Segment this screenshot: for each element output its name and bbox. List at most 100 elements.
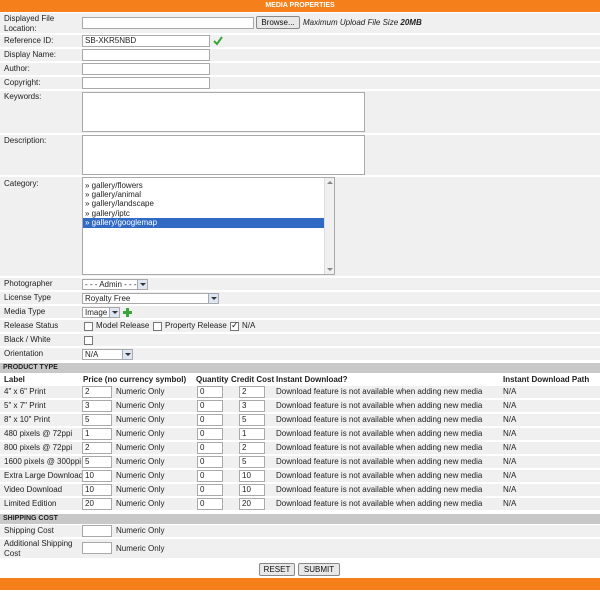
numeric-only-hint: Numeric Only — [116, 499, 165, 508]
category-item[interactable]: » gallery/landscape — [83, 199, 324, 209]
display-name-field[interactable] — [82, 49, 210, 61]
browse-button[interactable]: Browse... — [256, 16, 300, 29]
license-value: Royalty Free — [85, 294, 131, 303]
numeric-only-hint: Numeric Only — [116, 387, 165, 396]
numeric-only-hint: Numeric Only — [116, 401, 165, 410]
model-release-checkbox[interactable] — [84, 322, 93, 331]
col-header-label: Label — [4, 375, 25, 384]
instant-download-note: Download feature is not available when a… — [276, 471, 483, 480]
copyright-field[interactable] — [82, 77, 210, 89]
keywords-row: Keywords: — [0, 91, 600, 134]
reset-button[interactable]: RESET — [259, 563, 295, 576]
product-row: Limited Edition 20 Numeric Only 0 20 Download… — [0, 498, 600, 511]
author-field[interactable] — [82, 63, 210, 75]
photographer-value: - - - Admin - - - — [85, 280, 137, 289]
orientation-label: Orientation — [4, 349, 44, 358]
credit-cost-field[interactable]: 10 — [239, 470, 265, 482]
credit-cost-field[interactable]: 3 — [239, 400, 265, 412]
price-field[interactable]: 10 — [82, 484, 112, 496]
category-label: Category: — [4, 179, 39, 188]
download-path-value: N/A — [503, 485, 517, 494]
quantity-field[interactable]: 0 — [197, 470, 223, 482]
quantity-field[interactable]: 0 — [197, 456, 223, 468]
credit-cost-field[interactable]: 5 — [239, 456, 265, 468]
additional-shipping-label: Additional Shipping Cost — [4, 539, 73, 558]
numeric-only-hint: Numeric Only — [116, 457, 165, 466]
quantity-field[interactable]: 0 — [197, 484, 223, 496]
product-row: 4" x 6" Print 2 Numeric Only 0 2 Download fea… — [0, 386, 600, 399]
property-release-checkbox[interactable] — [153, 322, 162, 331]
media-type-label: Media Type — [4, 307, 46, 316]
model-release-label: Model Release — [96, 321, 150, 330]
price-field[interactable]: 1 — [82, 428, 112, 440]
bw-row: Black / White — [0, 334, 600, 347]
file-path-field[interactable] — [82, 17, 254, 29]
credit-cost-field[interactable]: 1 — [239, 428, 265, 440]
orientation-select[interactable]: N/A — [82, 349, 133, 360]
category-scrollbar[interactable] — [324, 178, 334, 274]
quantity-field[interactable]: 0 — [197, 442, 223, 454]
credit-cost-field[interactable]: 2 — [239, 442, 265, 454]
instant-download-note: Download feature is not available when a… — [276, 415, 483, 424]
copyright-label: Copyright: — [4, 78, 41, 87]
quantity-field[interactable]: 0 — [197, 498, 223, 510]
additional-shipping-field[interactable] — [82, 542, 112, 554]
bw-label: Black / White — [4, 335, 51, 344]
keywords-textarea[interactable] — [82, 92, 365, 132]
bw-checkbox[interactable] — [84, 336, 93, 345]
instant-download-note: Download feature is not available when a… — [276, 485, 483, 494]
license-label: License Type — [4, 293, 51, 302]
price-field[interactable]: 3 — [82, 400, 112, 412]
download-path-value: N/A — [503, 443, 517, 452]
scroll-down-arrow-icon[interactable] — [325, 265, 335, 274]
product-type-section-title: PRODUCT TYPE — [0, 363, 600, 373]
na-release-checkbox[interactable] — [230, 321, 239, 331]
submit-button[interactable]: SUBMIT — [298, 563, 340, 576]
price-field[interactable]: 5 — [82, 414, 112, 426]
add-media-type-icon[interactable] — [123, 308, 132, 317]
quantity-field[interactable]: 0 — [197, 428, 223, 440]
price-field[interactable]: 10 — [82, 470, 112, 482]
media-type-select[interactable]: Image — [82, 307, 120, 318]
quantity-field[interactable]: 0 — [197, 386, 223, 398]
category-item-selected[interactable]: » gallery/googlemap — [83, 218, 324, 228]
file-location-label: Displayed File Location: — [4, 14, 55, 33]
photographer-row: Photographer - - - Admin - - - — [0, 278, 600, 291]
product-row: Extra Large Download 10 Numeric Only 0 10 Dow… — [0, 470, 600, 483]
col-header-credit: Credit Cost — [231, 375, 275, 384]
credit-cost-field[interactable]: 10 — [239, 484, 265, 496]
media-type-row: Media Type Image — [0, 306, 600, 319]
chevron-down-icon — [122, 350, 132, 359]
description-textarea[interactable] — [82, 135, 365, 175]
credit-cost-field[interactable]: 20 — [239, 498, 265, 510]
shipping-cost-field[interactable] — [82, 525, 112, 537]
scroll-up-arrow-icon[interactable] — [325, 178, 335, 187]
price-field[interactable]: 5 — [82, 456, 112, 468]
price-field[interactable]: 2 — [82, 442, 112, 454]
license-select[interactable]: Royalty Free — [82, 293, 219, 304]
category-listbox[interactable]: » gallery/flowers » gallery/animal » gal… — [82, 177, 335, 275]
shipping-cost-label: Shipping Cost — [4, 526, 54, 535]
product-row: 8" x 10" Print 5 Numeric Only 0 5 Download fe… — [0, 414, 600, 427]
copyright-row: Copyright: — [0, 77, 600, 90]
price-field[interactable]: 20 — [82, 498, 112, 510]
panel-title: MEDIA PROPERTIES — [0, 0, 600, 12]
price-field[interactable]: 2 — [82, 386, 112, 398]
credit-cost-field[interactable]: 5 — [239, 414, 265, 426]
reference-id-field[interactable]: SB-XKR5NBD — [82, 35, 210, 47]
download-path-value: N/A — [503, 415, 517, 424]
chevron-down-icon — [137, 280, 147, 289]
product-row: 5" x 7" Print 3 Numeric Only 0 3 Download fea… — [0, 400, 600, 413]
quantity-field[interactable]: 0 — [197, 400, 223, 412]
description-label: Description: — [4, 136, 47, 145]
col-header-instant: Instant Download? — [276, 375, 348, 384]
chevron-down-icon — [109, 308, 119, 317]
numeric-only-hint: Numeric Only — [116, 485, 165, 494]
credit-cost-field[interactable]: 2 — [239, 386, 265, 398]
release-label: Release Status — [4, 321, 59, 330]
quantity-field[interactable]: 0 — [197, 414, 223, 426]
numeric-only-hint: Numeric Only — [116, 544, 165, 553]
col-header-price: Price (no currency symbol) — [83, 375, 187, 384]
product-row: Video Download 10 Numeric Only 0 10 Download … — [0, 484, 600, 497]
photographer-select[interactable]: - - - Admin - - - — [82, 279, 148, 290]
